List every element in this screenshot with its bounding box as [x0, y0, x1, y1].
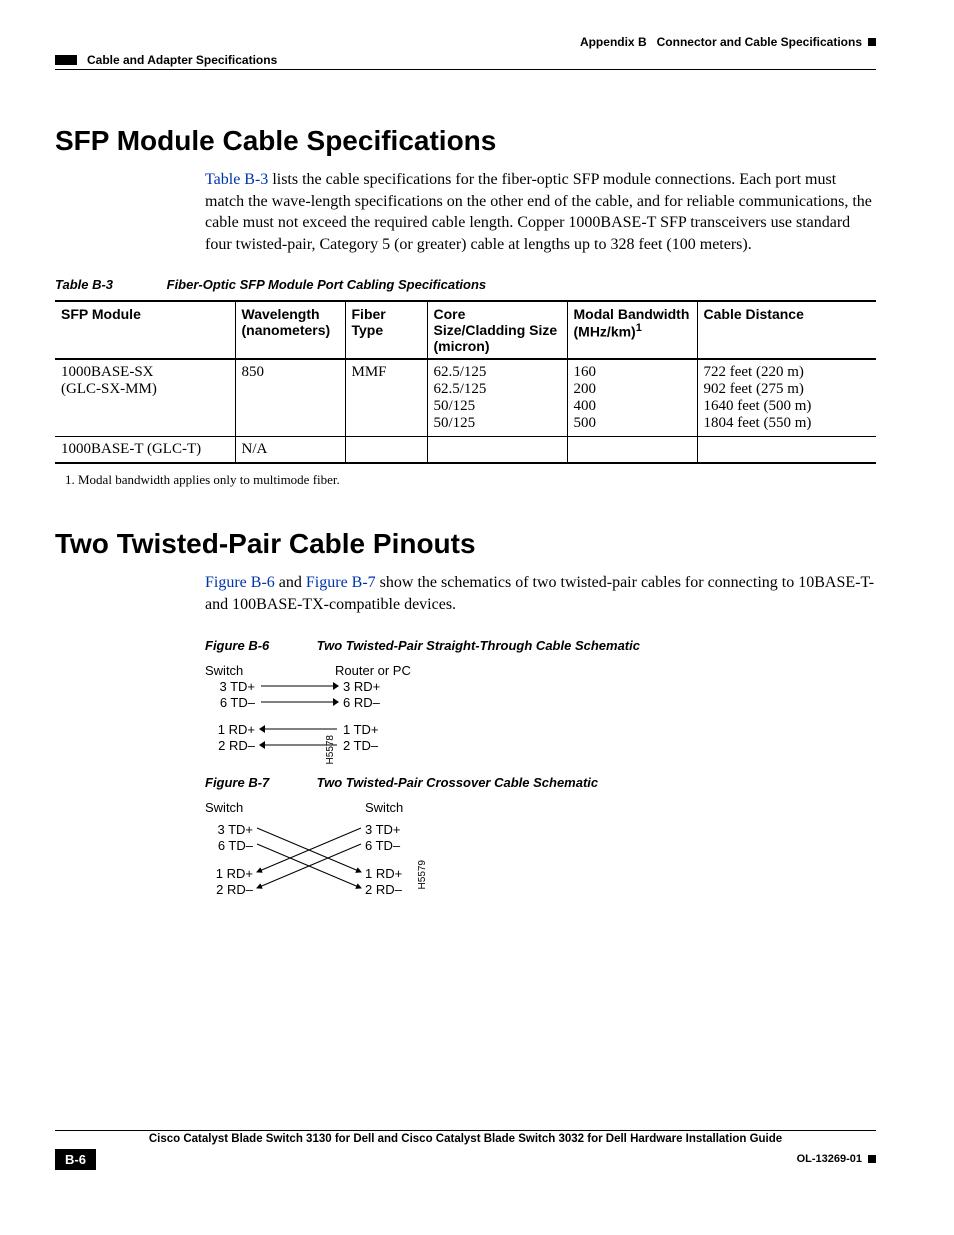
appendix-title: Connector and Cable Specifications: [657, 35, 862, 49]
pin-left: 2 RD–: [205, 738, 259, 753]
section-running-title: Cable and Adapter Specifications: [87, 53, 277, 67]
pin-right: 2 TD–: [339, 738, 403, 753]
table-row: 1000BASE-SX (GLC-SX-MM) 850 MMF 62.5/125…: [55, 359, 876, 437]
schematic-row: 3 TD+ 3 RD+: [205, 679, 876, 694]
table-b3-link[interactable]: Table B-3: [205, 171, 268, 188]
table-row: 1000BASE-T (GLC-T) N/A: [55, 437, 876, 464]
fig-caption-text: Two Twisted-Pair Straight-Through Cable …: [317, 638, 640, 653]
table-b3-caption: Table B-3 Fiber-Optic SFP Module Port Ca…: [55, 277, 876, 292]
crossover-lines-icon: [255, 822, 363, 898]
running-header-right: Appendix B Connector and Cable Specifica…: [55, 35, 876, 49]
pinouts-intro-paragraph: Figure B-6 and Figure B-7 show the schem…: [205, 572, 876, 615]
running-header-left: Cable and Adapter Specifications: [55, 53, 876, 70]
fig-caption-text: Two Twisted-Pair Crossover Cable Schemat…: [317, 775, 599, 790]
fig2-head-right: Switch: [365, 800, 403, 815]
pin: 6 TD–: [365, 838, 400, 853]
pin-right: 3 RD+: [339, 679, 403, 694]
cell: 1000BASE-SX (GLC-SX-MM): [55, 359, 235, 437]
cell: [697, 437, 876, 464]
th-sfp-module: SFP Module: [55, 301, 235, 359]
sfp-intro-text: lists the cable specifications for the f…: [205, 171, 872, 253]
th-wavelength: Wavelength (nanometers): [235, 301, 345, 359]
pin: 1 RD+: [365, 866, 402, 881]
schematic-row: 6 TD– 6 RD–: [205, 695, 876, 710]
pin: 6 TD–: [205, 838, 253, 853]
fig1-side-label: H5578: [325, 735, 336, 764]
pin: 1 RD+: [205, 866, 253, 881]
pin: 3 TD+: [205, 822, 253, 837]
figure-b7-link[interactable]: Figure B-7: [306, 574, 376, 591]
arrow-icon: [259, 696, 339, 708]
fig2-side-label: H5579: [417, 860, 428, 889]
section-heading-pinouts: Two Twisted-Pair Cable Pinouts: [55, 528, 876, 560]
pin: 2 RD–: [365, 882, 402, 897]
header-marker-icon: [868, 38, 876, 46]
page-number-badge: B-6: [55, 1149, 96, 1170]
cell: 850: [235, 359, 345, 437]
table-caption-text: Fiber-Optic SFP Module Port Cabling Spec…: [167, 277, 487, 292]
appendix-label: Appendix B: [580, 35, 647, 49]
table-footnote: 1. Modal bandwidth applies only to multi…: [65, 472, 876, 488]
th-fiber-type: Fiber Type: [345, 301, 427, 359]
th-modal-bw: Modal Bandwidth (MHz/km)1: [567, 301, 697, 359]
figure-b7-schematic: Switch Switch 3 TD+ 3 TD+ 6 TD– 6 TD– 1 …: [205, 800, 876, 930]
th-cable-distance: Cable Distance: [697, 301, 876, 359]
schematic-row: 1 RD+ 1 TD+: [205, 722, 876, 737]
page-footer: Cisco Catalyst Blade Switch 3130 for Del…: [55, 1130, 876, 1170]
figure-b6-link[interactable]: Figure B-6: [205, 574, 275, 591]
section-heading-sfp: SFP Module Cable Specifications: [55, 125, 876, 157]
fig-caption-num: Figure B-7: [205, 775, 313, 790]
cell: 722 feet (220 m) 902 feet (275 m) 1640 f…: [697, 359, 876, 437]
figure-b6-schematic: Switch Router or PC 3 TD+ 3 RD+ 6 TD– 6 RD–…: [205, 663, 876, 753]
arrow-icon: [259, 723, 339, 735]
pin-right: 1 TD+: [339, 722, 403, 737]
fig-caption-num: Figure B-6: [205, 638, 313, 653]
cell: 62.5/125 62.5/125 50/125 50/125: [427, 359, 567, 437]
pin: 3 TD+: [365, 822, 401, 837]
figure-b6-caption: Figure B-6 Two Twisted-Pair Straight-Thr…: [205, 638, 876, 653]
sfp-intro-paragraph: Table B-3 lists the cable specifications…: [205, 169, 876, 255]
cell: [427, 437, 567, 464]
fig1-head-right: Router or PC: [335, 663, 435, 678]
pin-left: 6 TD–: [205, 695, 259, 710]
pin-left: 3 TD+: [205, 679, 259, 694]
sfp-spec-table: SFP Module Wavelength (nanometers) Fiber…: [55, 300, 876, 464]
footer-doc-title: Cisco Catalyst Blade Switch 3130 for Del…: [55, 1133, 876, 1145]
cell: 1000BASE-T (GLC-T): [55, 437, 235, 464]
pin-right: 6 RD–: [339, 695, 403, 710]
cell: N/A: [235, 437, 345, 464]
footer-doc-id: OL-13269-01: [797, 1153, 862, 1165]
footer-marker-icon: [868, 1155, 876, 1163]
pin: 2 RD–: [205, 882, 253, 897]
figure-b7-caption: Figure B-7 Two Twisted-Pair Crossover Ca…: [205, 775, 876, 790]
fig2-head-left: Switch: [205, 800, 243, 815]
table-header-row: SFP Module Wavelength (nanometers) Fiber…: [55, 301, 876, 359]
fig1-head-left: Switch: [205, 663, 305, 678]
cell: [345, 437, 427, 464]
table-caption-num: Table B-3: [55, 277, 163, 292]
cell: 160 200 400 500: [567, 359, 697, 437]
cell: [567, 437, 697, 464]
header-bar-icon: [55, 55, 77, 65]
cell: MMF: [345, 359, 427, 437]
th-core-size: Core Size/Cladding Size (micron): [427, 301, 567, 359]
pin-left: 1 RD+: [205, 722, 259, 737]
arrow-icon: [259, 680, 339, 692]
schematic-row: 2 RD– 2 TD–: [205, 738, 876, 753]
